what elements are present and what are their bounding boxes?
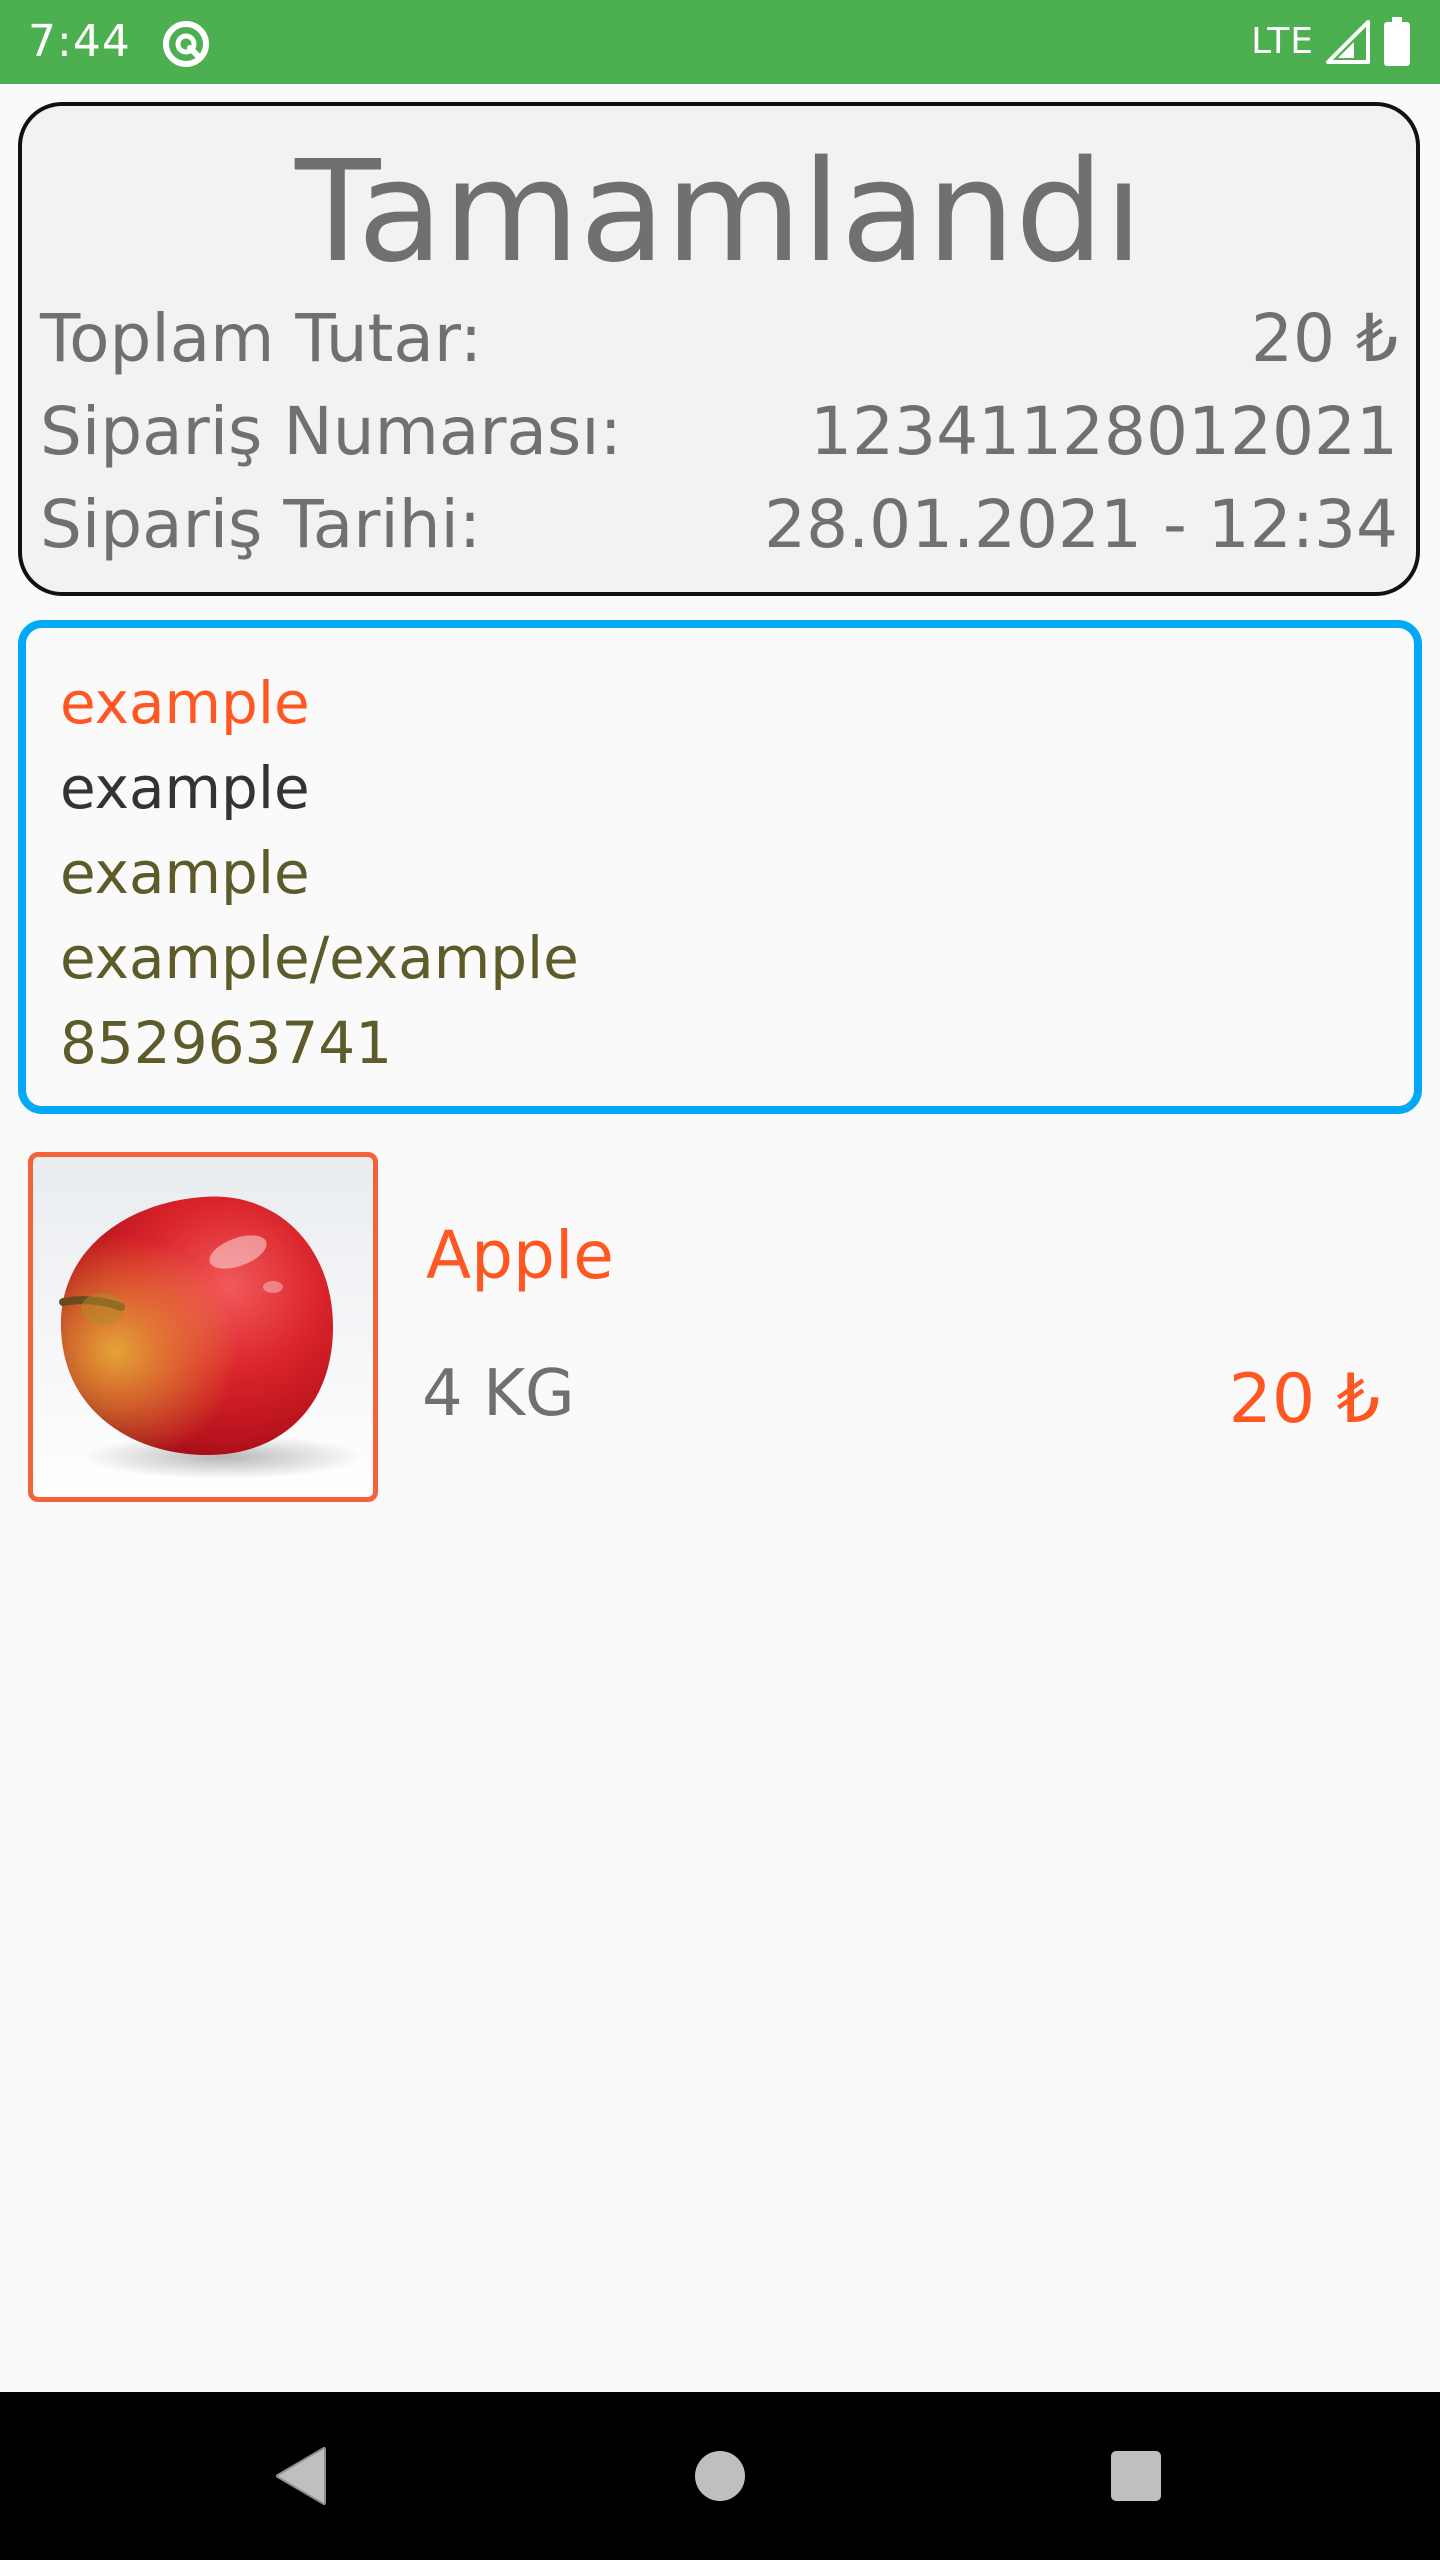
system-navigation-bar bbox=[0, 2392, 1440, 2560]
order-date-value: 28.01.2021 - 12:34 bbox=[764, 485, 1398, 563]
battery-icon bbox=[1384, 17, 1410, 66]
product-name: Apple bbox=[426, 1217, 614, 1294]
back-button[interactable] bbox=[260, 2436, 340, 2516]
order-number-label: Sipariş Numarası: bbox=[40, 392, 622, 470]
apple-image bbox=[59, 1196, 363, 1479]
order-summary-card: Tamamlandı Toplam Tutar: 20 ₺ Sipariş Nu… bbox=[18, 102, 1420, 596]
order-status-title: Tamamlandı bbox=[295, 131, 1143, 294]
home-button[interactable] bbox=[680, 2436, 760, 2516]
home-icon bbox=[695, 2451, 745, 2501]
status-time: 7:44 bbox=[28, 16, 131, 67]
status-indicators: LTE bbox=[1251, 14, 1412, 70]
status-bar: 7:44 LTE bbox=[0, 0, 1440, 84]
order-date-row: Sipariş Tarihi: 28.01.2021 - 12:34 bbox=[40, 484, 1398, 564]
address-line-phone: 852963741 bbox=[60, 1009, 393, 1077]
total-amount-label: Toplam Tutar: bbox=[40, 299, 483, 377]
network-type: LTE bbox=[1251, 21, 1314, 62]
order-number-value: 12341128012021 bbox=[810, 392, 1398, 470]
app-notification-icon bbox=[163, 21, 209, 67]
address-line-street: example bbox=[60, 754, 310, 822]
product-price: 20 ₺ bbox=[1228, 1360, 1380, 1439]
product-image-frame bbox=[28, 1152, 378, 1502]
address-line-district: example bbox=[60, 839, 310, 907]
address-card: example example example example/example … bbox=[18, 620, 1422, 1114]
product-list-item[interactable]: Apple 4 KG 20 ₺ bbox=[0, 1146, 1440, 1506]
back-icon bbox=[276, 2447, 326, 2505]
product-quantity: 4 KG bbox=[422, 1357, 575, 1431]
order-number-row: Sipariş Numarası: 12341128012021 bbox=[40, 391, 1398, 471]
address-line-name: example bbox=[60, 669, 310, 737]
signal-icon bbox=[1326, 20, 1370, 64]
address-line-city: example/example bbox=[60, 924, 579, 992]
total-amount-value: 20 ₺ bbox=[1251, 299, 1398, 377]
total-amount-row: Toplam Tutar: 20 ₺ bbox=[40, 298, 1398, 378]
recents-button[interactable] bbox=[1096, 2436, 1176, 2516]
recents-icon bbox=[1111, 2451, 1161, 2501]
order-date-label: Sipariş Tarihi: bbox=[40, 485, 482, 563]
